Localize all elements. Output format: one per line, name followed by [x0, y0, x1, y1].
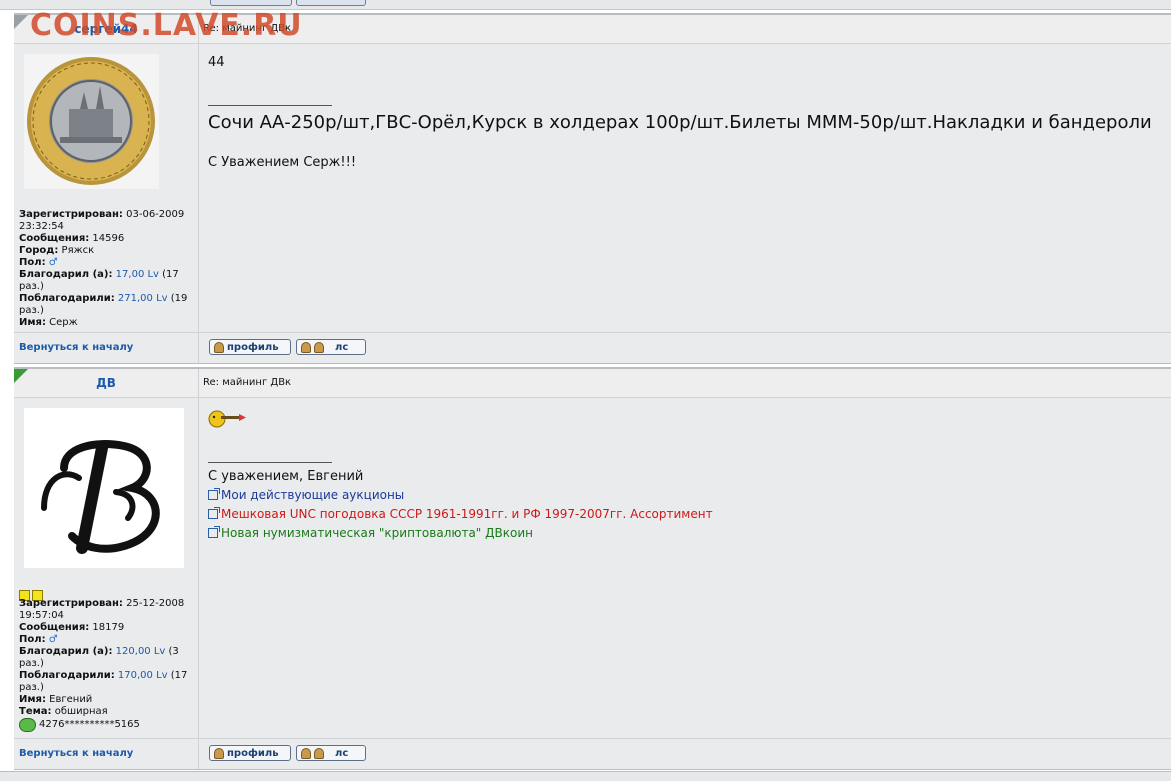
- user-icon: [214, 341, 224, 353]
- city-label: Город:: [19, 245, 59, 256]
- post-author-name[interactable]: ДВ: [14, 369, 199, 397]
- name-label: Имя:: [19, 694, 46, 705]
- assortment-link[interactable]: Мешковая UNC погодовка СССР 1961-1991гг.…: [208, 507, 713, 521]
- user-avatar: [24, 408, 184, 568]
- pm-button[interactable]: лс: [296, 745, 366, 761]
- external-link-icon: [208, 488, 220, 500]
- signature-ad-text: Сочи АА-250р/шт,ГВС-Орёл,Курск в холдера…: [208, 112, 1152, 133]
- users-icon: [301, 747, 311, 759]
- money-icon: [19, 718, 36, 732]
- gender-label: Пол:: [19, 257, 46, 268]
- external-link-icon: [208, 507, 220, 519]
- back-to-top-link[interactable]: Вернуться к началу: [19, 342, 133, 353]
- post-text-line: 44: [208, 55, 225, 70]
- name-label: Имя:: [19, 317, 46, 328]
- pm-button-label: лс: [335, 747, 349, 759]
- registered-date: 03-06-2009: [126, 209, 185, 220]
- received-count-suffix: раз.): [19, 305, 44, 316]
- profile-button-prev[interactable]: [210, 0, 292, 6]
- messages-label: Сообщения:: [19, 622, 90, 633]
- received-amount-link[interactable]: 170,00 Lv: [118, 670, 168, 681]
- author-panel: Зарегистрирован: 03-06-2009 23:32:54 Соо…: [14, 44, 199, 332]
- profile-button[interactable]: профиль: [209, 339, 291, 355]
- registered-label: Зарегистрирован:: [19, 209, 123, 220]
- back-to-top-link[interactable]: Вернуться к началу: [19, 748, 133, 759]
- signature-divider: [208, 105, 332, 106]
- coin-avatar-icon: [24, 54, 159, 189]
- users-icon-2: [314, 341, 324, 353]
- footer-divider: [198, 333, 199, 363]
- site-watermark: COINS.LAVE.RU: [30, 8, 303, 43]
- received-count: (19: [170, 293, 188, 304]
- letter-b-avatar-icon: [24, 408, 184, 568]
- messages-label: Сообщения:: [19, 233, 90, 244]
- post-footer: Вернуться к началу профиль лс: [14, 738, 1171, 770]
- thanked-count: (17: [162, 269, 179, 280]
- smiley-icon: [208, 410, 248, 432]
- profile-button-label: профиль: [227, 341, 279, 353]
- user-icon: [214, 747, 224, 759]
- profile-button[interactable]: профиль: [209, 745, 291, 761]
- male-gender-icon: ♂: [48, 257, 58, 268]
- thanked-count: (3: [168, 646, 179, 657]
- thanked-count-suffix: раз.): [19, 658, 44, 669]
- received-label: Поблагодарили:: [19, 670, 115, 681]
- author-info: Зарегистрирован: 03-06-2009 23:32:54 Соо…: [19, 209, 195, 329]
- male-gender-icon: ♂: [48, 634, 58, 645]
- post-body: 44 Сочи АА-250р/шт,ГВС-Орёл,Курск в холд…: [199, 44, 1171, 332]
- thanked-count-suffix: раз.): [19, 281, 44, 292]
- registered-date: 25-12-2008: [126, 598, 185, 609]
- profile-button-label: профиль: [227, 747, 279, 759]
- thanked-label: Благодарил (а):: [19, 646, 113, 657]
- messages-count: 14596: [92, 233, 125, 244]
- post-subject: Re: майнинг ДВк: [203, 377, 292, 388]
- user-avatar: [24, 54, 159, 189]
- assortment-link-text: Мешковая UNC погодовка СССР 1961-1991гг.…: [221, 507, 713, 521]
- pm-button-label: лс: [335, 341, 349, 353]
- topic-label: Тема:: [19, 706, 52, 717]
- users-icon-2: [314, 747, 324, 759]
- pm-button-prev[interactable]: [296, 0, 366, 6]
- post-body: С уважением, Евгений Мои действующие аук…: [199, 398, 1171, 738]
- author-panel: Зарегистрирован: 25-12-2008 19:57:04 Соо…: [14, 398, 199, 738]
- post-header: ДВ Re: майнинг ДВк: [14, 367, 1171, 398]
- signature-divider: [208, 462, 332, 463]
- signature-closing: С Уважением Серж!!!: [208, 155, 357, 170]
- crypto-link[interactable]: Новая нумизматическая "криптовалюта" ДВк…: [208, 526, 533, 540]
- crypto-link-text: Новая нумизматическая "криптовалюта" ДВк…: [221, 526, 533, 540]
- signature-greeting: С уважением, Евгений: [208, 469, 364, 484]
- gender-label: Пол:: [19, 634, 46, 645]
- author-info: Зарегистрирован: 25-12-2008 19:57:04 Соо…: [19, 598, 195, 732]
- registered-time: 23:32:54: [19, 221, 64, 232]
- auctions-link-text: Мои действующие аукционы: [221, 488, 405, 502]
- thanked-amount-link[interactable]: 17,00 Lv: [116, 269, 159, 280]
- messages-count: 18179: [92, 622, 125, 633]
- registered-label: Зарегистрирован:: [19, 598, 123, 609]
- users-icon: [301, 341, 311, 353]
- name-value: Евгений: [49, 694, 93, 705]
- received-amount-link[interactable]: 271,00 Lv: [118, 293, 168, 304]
- topic-value: обширная: [54, 706, 108, 717]
- pm-button[interactable]: лс: [296, 339, 366, 355]
- received-count: (17: [170, 670, 188, 681]
- thanked-label: Благодарил (а):: [19, 269, 113, 280]
- auctions-link[interactable]: Мои действующие аукционы: [208, 488, 404, 502]
- post-footer: Вернуться к началу профиль лс: [14, 332, 1171, 364]
- thanked-amount-link[interactable]: 120,00 Lv: [116, 646, 166, 657]
- city-value: Ряжск: [61, 245, 95, 256]
- received-label: Поблагодарили:: [19, 293, 115, 304]
- registered-time: 19:57:04: [19, 610, 64, 621]
- name-value: Серж: [49, 317, 78, 328]
- received-count-suffix: раз.): [19, 682, 44, 693]
- footer-divider: [198, 739, 199, 769]
- external-link-icon: [208, 526, 220, 538]
- wallet-number: 4276**********5165: [39, 719, 140, 730]
